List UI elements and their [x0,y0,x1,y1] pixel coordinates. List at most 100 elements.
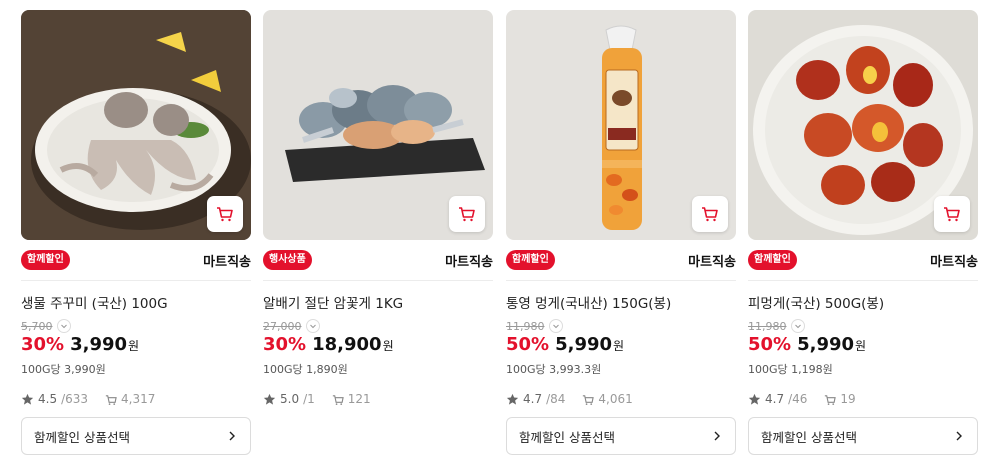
product-name[interactable]: 생물 주꾸미 (국산) 100G [21,292,251,312]
badge-row: 함께할인 마트직송 [748,248,978,272]
review-count: /1 [303,392,315,406]
purchase-count-icon [332,394,344,405]
add-to-cart-button[interactable] [207,196,243,232]
promo-badge: 행사상품 [263,250,312,270]
price-detail-toggle[interactable] [548,319,563,333]
chevron-down-icon [309,324,316,329]
shipping-label: 마트직송 [203,254,251,270]
sale-price: 3,990원 [70,334,139,355]
currency-label: 원 [613,339,625,353]
price-detail-toggle[interactable] [790,319,805,333]
sale-price: 5,990원 [555,334,624,355]
unit-price: 100G당 3,990원 [21,363,106,376]
product-image-red-sea-squirt[interactable] [748,10,978,240]
purchase-count: 4,317 [121,392,156,406]
divider [506,280,736,281]
chevron-right-icon [956,431,962,441]
currency-label: 원 [128,339,140,353]
chevron-right-icon [714,431,720,441]
promo-badge: 함께할인 [748,250,797,270]
rating-row: 5.0/1 121 [263,392,371,406]
purchase-count: 19 [840,392,856,406]
product-name[interactable]: 피멍게(국산) 500G(봉) [748,292,978,312]
original-price: 11,980 [506,319,545,333]
currency-label: 원 [382,339,394,353]
original-price: 5,700 [21,319,53,333]
original-price: 27,000 [263,319,302,333]
review-count: /46 [788,392,808,406]
product-image-crab[interactable] [263,10,493,240]
rating-value: 4.7 [765,392,785,406]
product-name[interactable]: 통영 멍게(국내산) 150G(봉) [506,292,736,312]
product-card[interactable]: 함께할인 마트직송 통영 멍게(국내산) 150G(봉) 11,980 50% … [506,10,736,462]
divider [21,280,251,281]
cart-icon [459,207,475,222]
cart-icon [217,207,233,222]
currency-label: 원 [855,339,867,353]
rating-value: 5.0 [280,392,300,406]
cart-icon [702,207,718,222]
star-icon [506,393,519,405]
price-detail-toggle[interactable] [305,319,320,333]
product-card[interactable]: 함께할인 마트직송 피멍게(국산) 500G(봉) 11,980 50% 5,9… [748,10,978,462]
purchase-count-icon [583,394,595,405]
chevron-down-icon [60,324,67,329]
rating-value: 4.5 [38,392,58,406]
original-price: 11,980 [748,319,787,333]
unit-price: 100G당 1,198원 [748,363,833,376]
add-to-cart-button[interactable] [692,196,728,232]
price-row: 30% 18,900원 [263,334,394,355]
purchase-count-icon [825,394,837,405]
price-row: 50% 5,990원 [506,334,624,355]
purchase-count-icon [105,394,117,405]
badge-row: 함께할인 마트직송 [21,248,251,272]
sale-price: 5,990원 [797,334,866,355]
chevron-down-icon [552,324,559,329]
chevron-down-icon [794,324,801,329]
badge-row: 행사상품 마트직송 [263,248,493,272]
price-row: 30% 3,990원 [21,334,139,355]
original-price-row: 5,700 [21,319,71,333]
product-image-sea-squirt[interactable] [506,10,736,240]
combo-select-button[interactable]: 함께할인 상품선택 [748,417,978,455]
review-count: /84 [546,392,566,406]
rating-row: 4.7/84 4,061 [506,392,633,406]
sale-price-value: 5,990 [797,334,855,355]
add-to-cart-button[interactable] [449,196,485,232]
product-card[interactable]: 함께할인 마트직송 생물 주꾸미 (국산) 100G 5,700 30% 3,9… [21,10,251,462]
sale-price: 18,900원 [312,334,394,355]
star-icon [263,393,276,405]
discount-rate: 50% [506,334,550,355]
rating-row: 4.7/46 19 [748,392,856,406]
sale-price-value: 5,990 [555,334,613,355]
product-name[interactable]: 알배기 절단 암꽃게 1KG [263,292,493,312]
rating-value: 4.7 [523,392,543,406]
badge-row: 함께할인 마트직송 [506,248,736,272]
divider [748,280,978,281]
purchase-count: 4,061 [598,392,633,406]
rating-row: 4.5/633 4,317 [21,392,155,406]
shipping-label: 마트직송 [930,254,978,270]
product-image-octopus[interactable] [21,10,251,240]
combo-select-label: 함께할인 상품선택 [519,429,615,445]
promo-badge: 함께할인 [506,250,555,270]
sale-price-value: 18,900 [312,334,382,355]
combo-select-button[interactable]: 함께할인 상품선택 [506,417,736,455]
discount-rate: 30% [263,334,307,355]
chevron-right-icon [229,431,235,441]
unit-price: 100G당 1,890원 [263,363,348,376]
combo-select-label: 함께할인 상품선택 [34,429,130,445]
discount-rate: 30% [21,334,65,355]
original-price-row: 27,000 [263,319,320,333]
product-card[interactable]: 행사상품 마트직송 알배기 절단 암꽃게 1KG 27,000 30% 18,9… [263,10,493,462]
purchase-count: 121 [347,392,371,406]
star-icon [21,393,34,405]
divider [263,280,493,281]
price-detail-toggle[interactable] [56,319,71,333]
discount-rate: 50% [748,334,792,355]
original-price-row: 11,980 [506,319,563,333]
combo-select-button[interactable]: 함께할인 상품선택 [21,417,251,455]
add-to-cart-button[interactable] [934,196,970,232]
combo-select-label: 함께할인 상품선택 [761,429,857,445]
price-row: 50% 5,990원 [748,334,866,355]
